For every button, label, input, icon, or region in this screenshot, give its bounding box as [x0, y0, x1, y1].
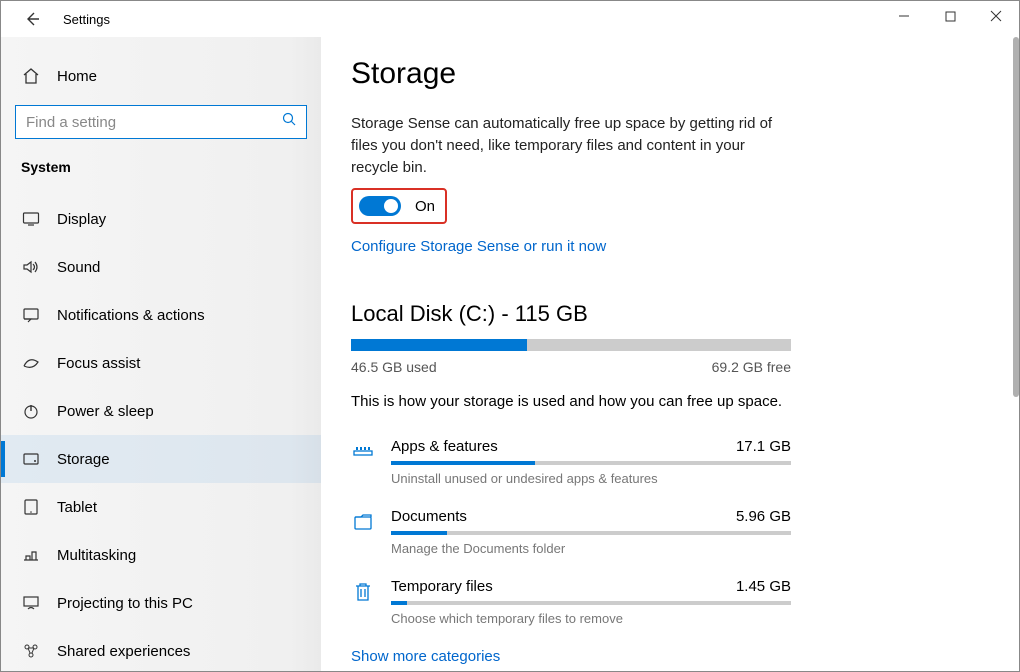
sidebar-item-label: Display [57, 211, 106, 228]
category-icon [351, 510, 375, 534]
multitasking-icon [21, 545, 41, 565]
sidebar-home[interactable]: Home [1, 57, 321, 95]
search-input[interactable] [15, 105, 307, 139]
category-item[interactable]: Temporary files 1.45 GB Choose which tempo… [351, 578, 791, 626]
sidebar-item-display[interactable]: Display [1, 195, 321, 243]
sidebar-item-notifications[interactable]: Notifications & actions [1, 291, 321, 339]
storage-icon [21, 449, 41, 469]
show-more-categories-link[interactable]: Show more categories [351, 648, 500, 665]
disk-usage-fill [351, 339, 527, 351]
sidebar-item-label: Focus assist [57, 355, 140, 372]
category-item[interactable]: Apps & features 17.1 GB Uninstall unused o… [351, 438, 791, 486]
sidebar-item-focus[interactable]: Focus assist [1, 339, 321, 387]
sidebar-item-shared[interactable]: Shared experiences [1, 627, 321, 671]
content-pane: Storage Storage Sense can automatically … [321, 37, 1019, 671]
sidebar-item-label: Tablet [57, 499, 97, 516]
category-size: 17.1 GB [736, 438, 791, 455]
category-size: 5.96 GB [736, 508, 791, 525]
category-item[interactable]: Documents 5.96 GB Manage the Documents fol… [351, 508, 791, 556]
sidebar-item-storage[interactable]: Storage [1, 435, 321, 483]
sidebar-item-projecting[interactable]: Projecting to this PC [1, 579, 321, 627]
scrollbar-thumb[interactable] [1013, 37, 1019, 397]
sidebar-item-tablet[interactable]: Tablet [1, 483, 321, 531]
maximize-button[interactable] [927, 1, 973, 31]
sidebar-section-label: System [1, 159, 321, 175]
disk-used-label: 46.5 GB used [351, 359, 437, 375]
close-icon [990, 10, 1002, 22]
category-icon [351, 580, 375, 604]
configure-storage-sense-link[interactable]: Configure Storage Sense or run it now [351, 238, 606, 255]
sidebar-item-label: Power & sleep [57, 403, 154, 420]
page-title: Storage [351, 57, 989, 91]
window-title: Settings [63, 12, 110, 27]
disk-free-label: 69.2 GB free [712, 359, 791, 375]
home-label: Home [57, 68, 97, 85]
sidebar-item-label: Multitasking [57, 547, 136, 564]
category-hint: Uninstall unused or undesired apps & fea… [391, 471, 791, 486]
tablet-icon [21, 497, 41, 517]
category-hint: Choose which temporary files to remove [391, 611, 791, 626]
sound-icon [21, 257, 41, 277]
sidebar-item-power[interactable]: Power & sleep [1, 387, 321, 435]
category-bar [391, 601, 791, 605]
display-icon [21, 209, 41, 229]
category-icon [351, 440, 375, 464]
back-button[interactable] [21, 8, 43, 30]
sidebar-item-multitasking[interactable]: Multitasking [1, 531, 321, 579]
sidebar-item-label: Storage [57, 451, 110, 468]
sidebar: Home System Display Sound Notifications … [1, 37, 321, 671]
usage-description: This is how your storage is used and how… [351, 393, 989, 410]
close-button[interactable] [973, 1, 1019, 31]
category-bar [391, 461, 791, 465]
home-icon [21, 66, 41, 86]
sidebar-item-label: Shared experiences [57, 643, 190, 660]
back-arrow-icon [23, 10, 41, 28]
sidebar-item-sound[interactable]: Sound [1, 243, 321, 291]
toggle-state-label: On [415, 198, 435, 215]
category-size: 1.45 GB [736, 578, 791, 595]
notifications-icon [21, 305, 41, 325]
storage-sense-description: Storage Sense can automatically free up … [351, 113, 791, 178]
projecting-icon [21, 593, 41, 613]
minimize-button[interactable] [881, 1, 927, 31]
category-hint: Manage the Documents folder [391, 541, 791, 556]
disk-heading: Local Disk (C:) - 115 GB [351, 301, 989, 327]
category-name: Temporary files [391, 578, 493, 595]
storage-sense-toggle[interactable] [359, 196, 401, 216]
sidebar-item-label: Projecting to this PC [57, 595, 193, 612]
maximize-icon [945, 11, 956, 22]
category-bar [391, 531, 791, 535]
minimize-icon [898, 10, 910, 22]
power-icon [21, 401, 41, 421]
sidebar-item-label: Notifications & actions [57, 307, 205, 324]
shared-icon [21, 641, 41, 661]
focus-icon [21, 353, 41, 373]
sidebar-item-label: Sound [57, 259, 100, 276]
category-name: Documents [391, 508, 467, 525]
category-name: Apps & features [391, 438, 498, 455]
storage-sense-toggle-highlight: On [351, 188, 447, 224]
disk-usage-bar [351, 339, 791, 351]
